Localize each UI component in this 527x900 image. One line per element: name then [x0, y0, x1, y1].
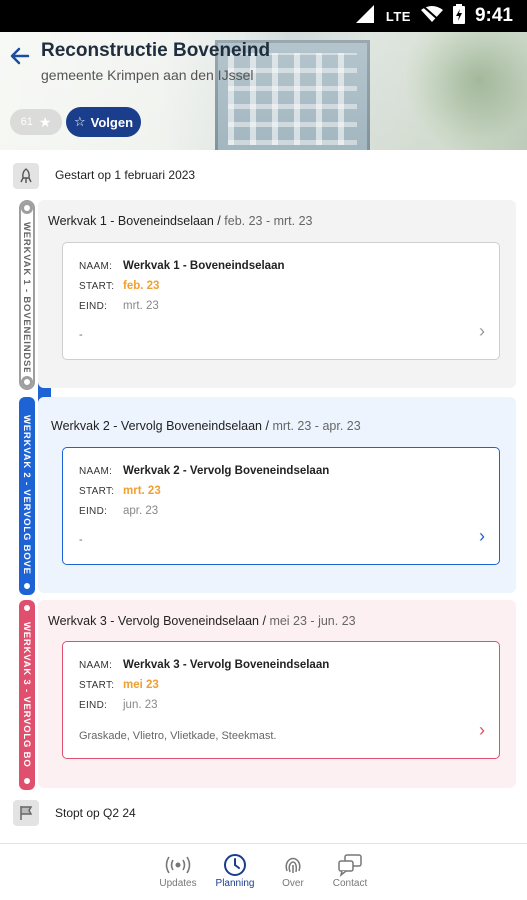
nav-planning-label: Planning	[215, 878, 255, 889]
start-label: START:	[79, 281, 115, 292]
phase-3-end-dot	[21, 775, 33, 787]
phase-1-heading: Werkvak 1 - Boveneindselaan / feb. 23 - …	[48, 214, 313, 228]
phase-3-end: jun. 23	[123, 699, 158, 711]
phase-1-side-label: WERKVAK 1 - BOVENEINDSELA...	[21, 222, 32, 372]
follow-button[interactable]: ☆ Volgen	[66, 107, 141, 137]
nav-planning[interactable]: Planning	[205, 852, 265, 889]
arrow-left-icon	[10, 47, 30, 65]
end-label: EIND:	[79, 301, 108, 312]
nav-contact-label: Contact	[332, 878, 368, 889]
back-button[interactable]	[8, 44, 34, 70]
name-label: NAAM:	[79, 660, 113, 671]
phase-2-dates: mrt. 23 - apr. 23	[272, 419, 361, 433]
phase-3-name: Werkvak 3 - Vervolg Boveneindselaan	[123, 659, 330, 671]
chat-icon	[320, 852, 380, 878]
phase-2-card[interactable]: NAAM: Werkvak 2 - Vervolg Boveneindselaa…	[62, 447, 500, 565]
fingerprint-icon	[263, 852, 323, 878]
phase-3-card[interactable]: NAAM: Werkvak 3 - Vervolg Boveneindselaa…	[62, 641, 500, 759]
clock-icon	[205, 852, 265, 878]
phase-2-name: Werkvak 2 - Vervolg Boveneindselaan	[123, 465, 330, 477]
nav-updates[interactable]: Updates	[148, 852, 208, 889]
phase-2-end-dot	[21, 580, 33, 592]
follow-label: Volgen	[90, 114, 134, 130]
battery-icon	[452, 3, 465, 29]
phase-1-end-dot	[21, 376, 33, 388]
end-label: EIND:	[79, 700, 108, 711]
star-icon: ★	[38, 113, 52, 130]
phase-2-heading: Werkvak 2 - Vervolg Boveneindselaan / mr…	[51, 419, 361, 433]
status-bar: LTE 9:41	[0, 0, 527, 32]
chevron-right-icon: ›	[479, 321, 485, 341]
phase-3-heading: Werkvak 3 - Vervolg Boveneindselaan / me…	[48, 614, 356, 628]
phase-3-title: Werkvak 3 - Vervolg Boveneindselaan /	[48, 614, 266, 628]
bottom-navigation: Updates Planning Over Contact	[0, 843, 527, 900]
phase-2-title: Werkvak 2 - Vervolg Boveneindselaan /	[51, 419, 269, 433]
phase-3-description: Graskade, Vlietro, Vlietkade, Steekmast.	[79, 730, 277, 742]
phase-1-start-dot	[21, 202, 33, 214]
name-label: NAAM:	[79, 466, 113, 477]
broadcast-icon	[148, 852, 208, 878]
phase-1-dates: feb. 23 - mrt. 23	[224, 214, 313, 228]
phase-1-end: mrt. 23	[123, 300, 159, 312]
phase-2-description: -	[79, 534, 83, 546]
clock: 9:41	[474, 5, 513, 26]
page-subtitle: gemeente Krimpen aan den IJssel	[41, 67, 254, 83]
star-outline-icon: ☆	[73, 114, 86, 129]
phase-1-title: Werkvak 1 - Boveneindselaan /	[48, 214, 221, 228]
network-type: LTE	[385, 8, 411, 24]
nav-over-label: Over	[282, 878, 304, 889]
signal-icon	[355, 4, 376, 28]
wifi-icon	[420, 5, 443, 28]
start-label: START:	[79, 486, 115, 497]
follower-count: 61	[20, 116, 33, 128]
phase-3-start: mei 23	[123, 679, 159, 691]
rocket-icon	[13, 163, 39, 189]
phase-3-dates: mei 23 - jun. 23	[269, 614, 356, 628]
chevron-right-icon: ›	[479, 526, 485, 546]
phase-2-start: mrt. 23	[123, 485, 161, 497]
chevron-right-icon: ›	[479, 720, 485, 740]
end-label: EIND:	[79, 506, 108, 517]
phase-1-description: -	[79, 329, 83, 341]
name-label: NAAM:	[79, 261, 113, 272]
phase-3-panel: Werkvak 3 - Vervolg Boveneindselaan / me…	[38, 600, 516, 788]
phase-3-start-dot	[21, 602, 33, 614]
phase-2-panel: Werkvak 2 - Vervolg Boveneindselaan / mr…	[38, 397, 516, 593]
follower-count-badge: 61 ★	[10, 109, 62, 135]
phase-1-panel: Werkvak 1 - Boveneindselaan / feb. 23 - …	[38, 200, 516, 388]
phase-3-side-label: WERKVAK 3 - VERVOLG BOVE	[21, 622, 32, 767]
page-title: Reconstructie Boveneind	[41, 40, 271, 61]
end-date-text: Stopt op Q2 24	[55, 806, 136, 820]
phase-1-card[interactable]: NAAM: Werkvak 1 - Boveneindselaan START:…	[62, 242, 500, 360]
nav-updates-label: Updates	[159, 878, 197, 889]
phase-1-start: feb. 23	[123, 280, 160, 292]
phase-1-name: Werkvak 1 - Boveneindselaan	[123, 260, 285, 272]
phase-2-end: apr. 23	[123, 505, 159, 517]
flag-icon	[13, 800, 39, 826]
nav-contact[interactable]: Contact	[320, 852, 380, 889]
start-date-text: Gestart op 1 februari 2023	[55, 168, 196, 182]
nav-over[interactable]: Over	[263, 852, 323, 889]
phase-2-side-label: WERKVAK 2 - VERVOLG BOVENE	[21, 415, 32, 575]
start-label: START:	[79, 680, 115, 691]
